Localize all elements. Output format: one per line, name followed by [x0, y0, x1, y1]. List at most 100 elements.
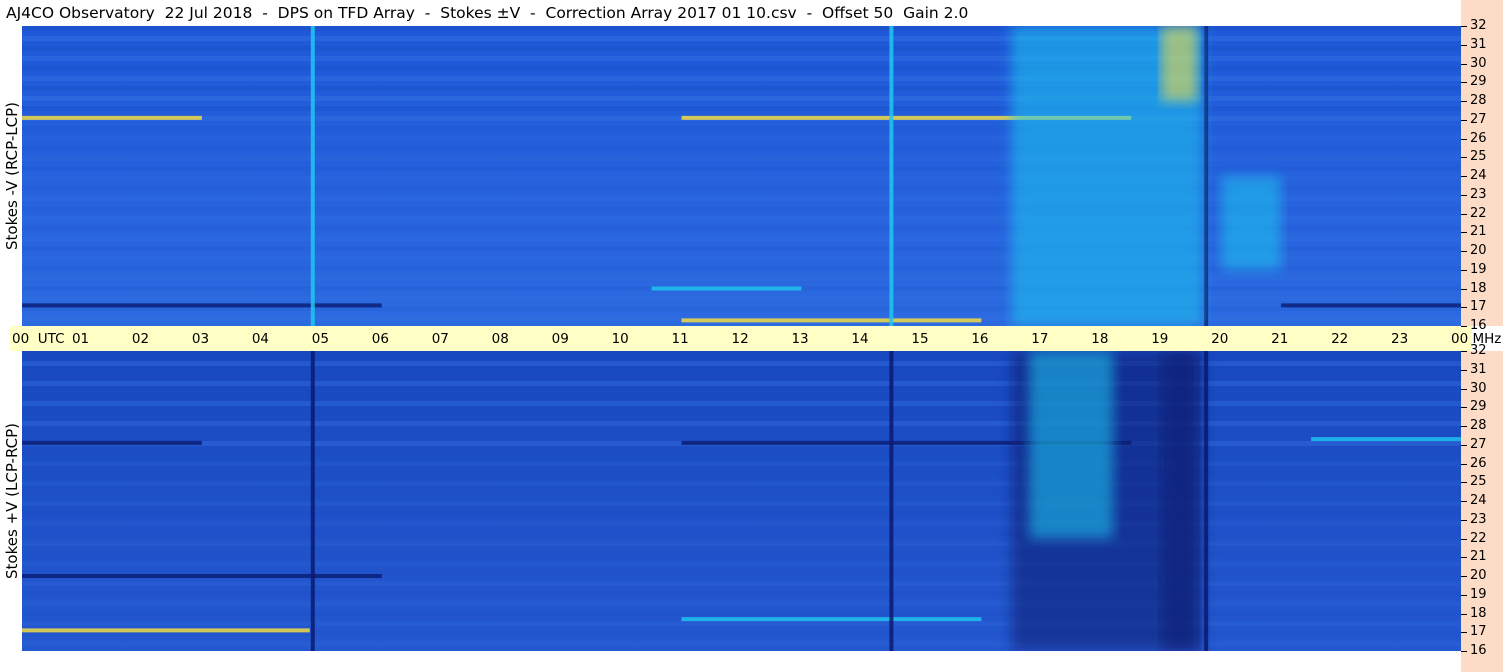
time-tick-label: 06 [371, 331, 389, 347]
freq-tick-mark [1461, 194, 1467, 196]
freq-tick-mark [1461, 269, 1467, 271]
freq-tick-label: 28 [1470, 418, 1487, 433]
freq-tick-label: 29 [1470, 399, 1487, 415]
ripple-band [22, 591, 1461, 596]
freq-tick-mark [1461, 426, 1467, 427]
ripple-band [22, 641, 1461, 646]
time-tick-label: 02 [131, 331, 150, 347]
freq-tick-label: 32 [1470, 18, 1487, 33]
time-tick-label: 19 [1151, 331, 1169, 347]
freq-tick-mark [1461, 232, 1467, 234]
freq-tick-mark [1461, 519, 1467, 521]
freq-tick-mark [1461, 119, 1467, 121]
time-tick-label: 23 [1391, 331, 1409, 347]
freq-tick-label: 30 [1470, 55, 1487, 71]
ripple-band [22, 611, 1461, 616]
ripple-band [22, 431, 1461, 436]
vertical-line-depleted [889, 351, 894, 651]
ripple-band [22, 371, 1461, 376]
ripple-band [22, 511, 1461, 516]
ripple-band [22, 296, 1461, 301]
freq-tick-mark [1461, 632, 1467, 634]
time-tick-label: 13 [791, 331, 809, 347]
ripple-band [22, 381, 1461, 386]
ripple-band [22, 451, 1461, 456]
freq-tick-mark [1461, 594, 1467, 596]
freq-tick-label: 24 [1470, 493, 1487, 508]
horizontal-band-enhanced [1311, 437, 1461, 442]
freq-tick-label: 31 [1470, 36, 1487, 52]
freq-tick-label: 21 [1470, 549, 1487, 565]
freq-tick-label: 21 [1470, 224, 1487, 240]
freq-tick-label: 24 [1470, 168, 1487, 183]
ripple-band [22, 36, 1461, 41]
freq-tick-mark [1461, 651, 1467, 652]
time-tick-label: 08 [491, 331, 509, 347]
emission-region-enhanced [1221, 176, 1282, 270]
freq-tick-label: 23 [1470, 186, 1487, 202]
freq-tick-mark [1461, 157, 1467, 159]
freq-tick-mark [1461, 538, 1467, 540]
freq-tick-label: 20 [1470, 568, 1487, 583]
bottom-spectrogram-panel [22, 351, 1461, 651]
time-tick-label: 14 [851, 331, 869, 347]
time-tick-label: 11 [671, 331, 689, 347]
freq-tick-label: 16 [1470, 643, 1487, 658]
ripple-band [22, 461, 1461, 466]
freq-tick-mark [1461, 407, 1467, 409]
freq-tick-mark [1461, 444, 1467, 446]
ripple-band [22, 581, 1461, 586]
freq-tick-label: 26 [1470, 455, 1487, 471]
ripple-band [22, 276, 1461, 281]
ripple-band [22, 56, 1461, 61]
time-tick-label: 05 [311, 331, 329, 347]
time-tick-label: 16 [971, 331, 989, 347]
spectrogram-svg [22, 26, 1461, 326]
freq-tick-label: 25 [1470, 474, 1487, 490]
vertical-line-enhanced [889, 26, 894, 326]
top-spectrogram-panel [22, 26, 1461, 326]
ripple-band [22, 351, 1461, 356]
top-frequency-axis: 16 17 18 19 20 21 22 23 24 25 26 27 28 29 30 31 32 [1461, 0, 1503, 333]
bottom-panel-ylabel: Stokes +V (LCP-RCP) [3, 423, 21, 579]
time-tick-label: 22 [1331, 331, 1349, 347]
freq-tick-mark [1461, 351, 1467, 352]
horizontal-band-strong [22, 628, 310, 633]
freq-tick-label: 32 [1470, 343, 1487, 358]
freq-tick-label: 18 [1470, 280, 1487, 296]
ripple-band [22, 126, 1461, 131]
horizontal-band-depleted [22, 574, 382, 578]
ripple-band [22, 96, 1461, 101]
time-tick-label: 20 [1211, 331, 1229, 347]
ripple-band [22, 561, 1461, 566]
freq-tick-mark [1461, 482, 1467, 484]
horizontal-band-depleted [22, 440, 202, 445]
ripple-band [22, 86, 1461, 91]
ripple-band [22, 361, 1461, 366]
ripple-band [22, 76, 1461, 81]
freq-tick-mark [1461, 388, 1467, 390]
ripple-band [22, 66, 1461, 71]
ripple-band [22, 26, 1461, 31]
time-tick-label: 21 [1271, 331, 1289, 347]
ripple-band [22, 146, 1461, 151]
horizontal-band-enhanced [681, 617, 982, 622]
ripple-band [22, 541, 1461, 546]
vertical-line-depleted [1204, 351, 1209, 651]
time-tick-label: 09 [551, 331, 569, 347]
time-tick-label: 00 UTC [12, 331, 65, 347]
freq-tick-label: 17 [1470, 624, 1487, 640]
time-tick-label: 12 [731, 331, 749, 347]
ripple-band [22, 156, 1461, 161]
freq-tick-label: 22 [1470, 205, 1487, 221]
freq-tick-label: 20 [1470, 243, 1487, 258]
time-tick-label: 01 [71, 331, 90, 347]
freq-tick-mark [1461, 288, 1467, 290]
freq-tick-mark [1461, 307, 1467, 309]
ripple-band [22, 411, 1461, 416]
freq-tick-label: 23 [1470, 511, 1487, 527]
ripple-band [22, 481, 1461, 486]
freq-tick-mark [1461, 251, 1467, 252]
emission-region-strong [1161, 26, 1198, 101]
freq-tick-mark [1461, 576, 1467, 577]
